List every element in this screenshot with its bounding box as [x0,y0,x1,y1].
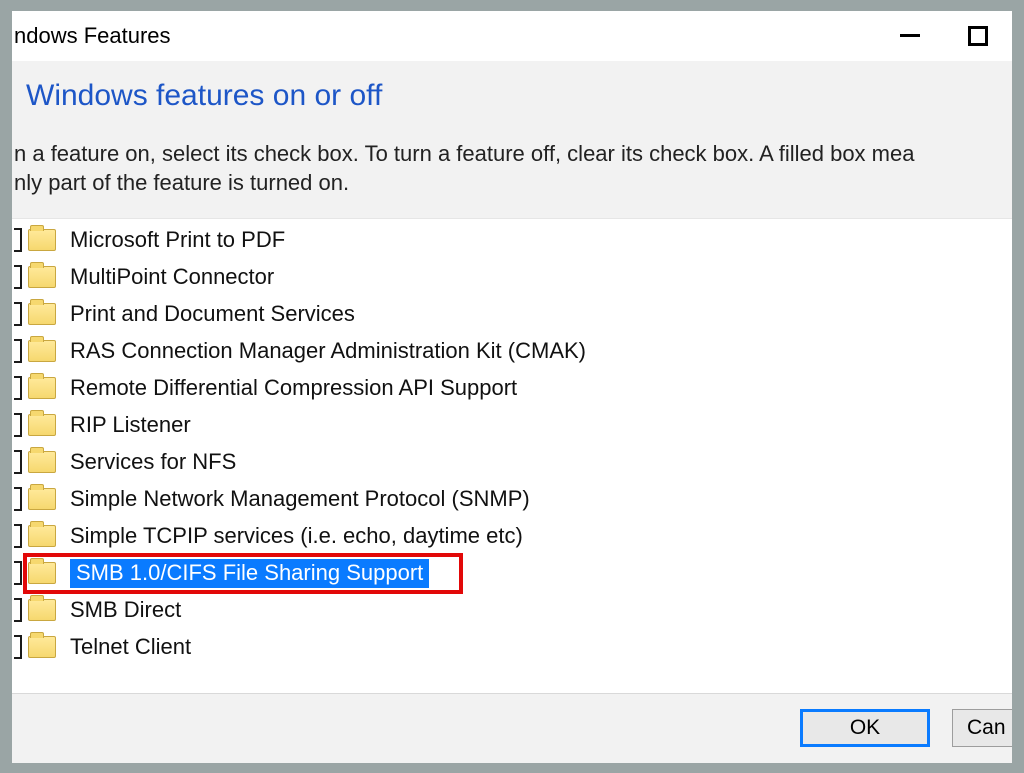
feature-label: Telnet Client [70,634,191,660]
ok-button-label: OK [850,716,880,740]
checkbox-icon[interactable] [14,450,22,474]
folder-icon [28,451,56,473]
folder-icon [28,303,56,325]
folder-icon [28,414,56,436]
feature-label: Print and Document Services [70,301,355,327]
folder-icon [28,229,56,251]
folder-icon [28,525,56,547]
feature-label: RAS Connection Manager Administration Ki… [70,338,586,364]
feature-label: RIP Listener [70,412,191,438]
checkbox-icon[interactable] [14,302,22,326]
page-heading: Windows features on or off [12,79,1012,139]
checkbox-icon[interactable] [14,598,22,622]
description: n a feature on, select its check box. To… [12,139,1012,198]
feature-label: Remote Differential Compression API Supp… [70,375,517,401]
folder-icon [28,377,56,399]
feature-list[interactable]: Microsoft Print to PDF MultiPoint Connect… [12,219,1012,711]
titlebar: ndows Features [12,11,1012,61]
checkbox-icon[interactable] [14,487,22,511]
checkbox-icon[interactable] [14,561,22,585]
folder-icon [28,599,56,621]
checkbox-icon[interactable] [14,339,22,363]
folder-icon [28,266,56,288]
folder-icon [28,562,56,584]
header-band: Windows features on or off n a feature o… [12,61,1012,219]
feature-label: Services for NFS [70,449,236,475]
checkbox-icon[interactable] [14,635,22,659]
ok-button[interactable]: OK [800,709,930,747]
windows-features-dialog: ndows Features Windows features on or of… [12,11,1012,763]
checkbox-icon[interactable] [14,265,22,289]
feature-item[interactable]: Microsoft Print to PDF [12,222,1012,259]
feature-item[interactable]: RIP Listener [12,407,1012,444]
feature-label: MultiPoint Connector [70,264,274,290]
folder-icon [28,340,56,362]
checkbox-icon[interactable] [14,376,22,400]
window-controls [900,26,1012,46]
folder-icon [28,488,56,510]
window-title: ndows Features [12,23,171,49]
checkbox-icon[interactable] [14,413,22,437]
feature-item[interactable]: Remote Differential Compression API Supp… [12,370,1012,407]
feature-item[interactable]: Simple TCPIP services (i.e. echo, daytim… [12,518,1012,555]
feature-item[interactable]: Print and Document Services [12,296,1012,333]
feature-item[interactable]: MultiPoint Connector [12,259,1012,296]
feature-item[interactable]: SMB Direct [12,592,1012,629]
feature-label: SMB Direct [70,597,181,623]
checkbox-icon[interactable] [14,524,22,548]
feature-item[interactable]: SMB 1.0/CIFS File Sharing Support [12,555,1012,592]
feature-item[interactable]: Telnet Client [12,629,1012,666]
maximize-icon[interactable] [968,26,988,46]
minimize-icon[interactable] [900,34,920,37]
checkbox-icon[interactable] [14,228,22,252]
feature-label: Simple TCPIP services (i.e. echo, daytim… [70,523,523,549]
feature-item[interactable]: Simple Network Management Protocol (SNMP… [12,481,1012,518]
cancel-button[interactable]: Can [952,709,1012,747]
feature-label: Simple Network Management Protocol (SNMP… [70,486,530,512]
feature-label: SMB 1.0/CIFS File Sharing Support [70,559,429,588]
dialog-footer: OK Can [12,693,1012,763]
feature-item[interactable]: RAS Connection Manager Administration Ki… [12,333,1012,370]
feature-item[interactable]: Services for NFS [12,444,1012,481]
feature-label: Microsoft Print to PDF [70,227,285,253]
description-line: n a feature on, select its check box. To… [14,139,1008,169]
cancel-button-label: Can [967,716,1006,740]
description-line: nly part of the feature is turned on. [14,168,1008,198]
folder-icon [28,636,56,658]
